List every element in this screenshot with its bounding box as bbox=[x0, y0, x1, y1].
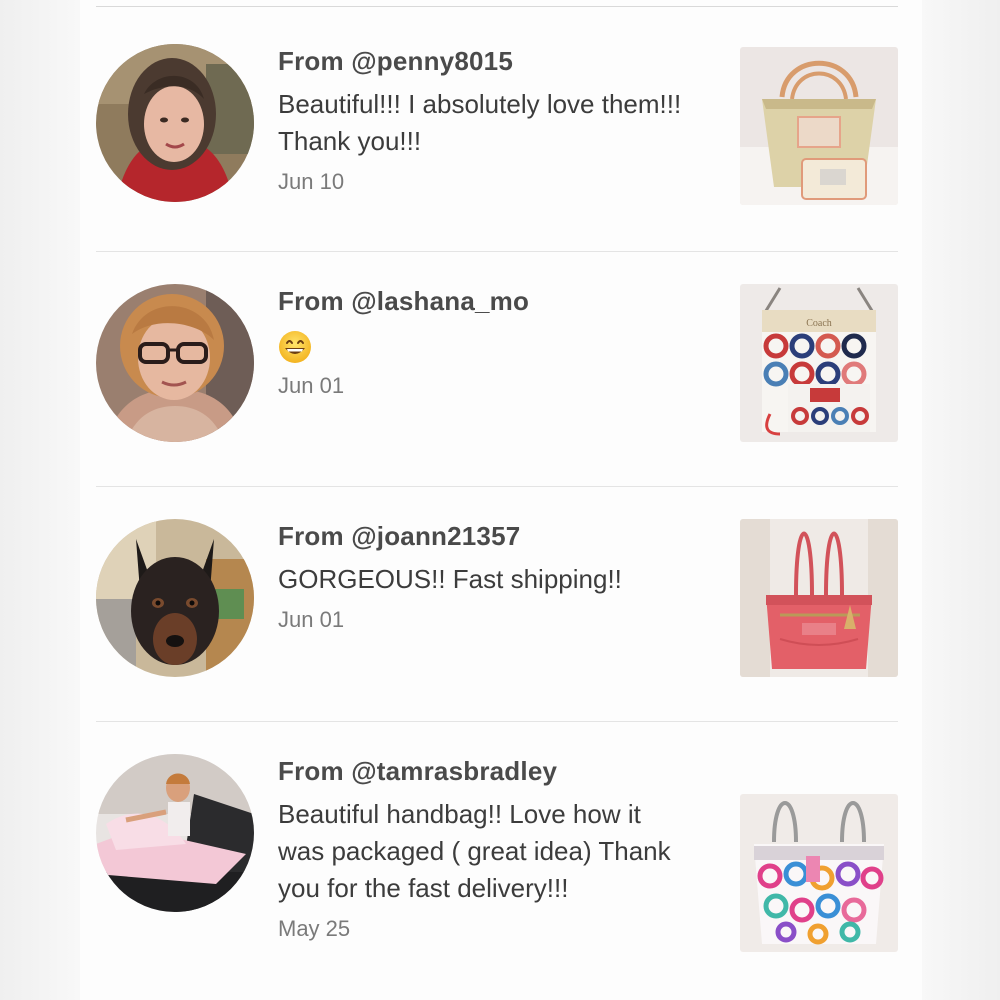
user-avatar[interactable] bbox=[96, 44, 254, 202]
user-photo-woman-icon bbox=[96, 44, 254, 202]
user-photo-dog-icon bbox=[96, 519, 254, 677]
review-text-block: From @lashana_mo Jun 01 bbox=[278, 284, 698, 400]
review-username[interactable]: From @tamrasbradley bbox=[278, 754, 698, 788]
review-username[interactable]: From @lashana_mo bbox=[278, 284, 698, 318]
colorful-op-art-crossbody-icon: Coach bbox=[740, 284, 898, 442]
grinning-face-emoji-icon bbox=[278, 324, 698, 363]
review-comment: Beautiful!!! I absolutely love them!!! T… bbox=[278, 89, 682, 156]
review-item[interactable]: From @lashana_mo Jun 01 Coach bbox=[96, 284, 898, 454]
review-date: Jun 01 bbox=[278, 373, 345, 398]
multicolor-signature-tote-icon bbox=[740, 794, 898, 952]
user-photo-woman-glasses-icon bbox=[96, 284, 254, 442]
user-avatar[interactable] bbox=[96, 519, 254, 677]
review-username[interactable]: From @penny8015 bbox=[278, 44, 698, 78]
coral-pink-tote-icon bbox=[740, 519, 898, 677]
review-date: Jun 10 bbox=[278, 169, 345, 194]
review-comment: Beautiful handbag!! Love how it was pack… bbox=[278, 799, 671, 903]
review-item[interactable]: From @penny8015 Beautiful!!! I absolutel… bbox=[96, 44, 898, 244]
top-divider bbox=[96, 6, 898, 7]
review-text-block: From @tamrasbradley Beautiful handbag!! … bbox=[278, 754, 698, 943]
review-date: Jun 01 bbox=[278, 607, 345, 632]
user-avatar[interactable] bbox=[96, 284, 254, 442]
product-thumbnail[interactable] bbox=[740, 47, 898, 205]
user-avatar[interactable] bbox=[96, 754, 254, 912]
product-thumbnail[interactable]: Coach bbox=[740, 284, 898, 442]
product-thumbnail[interactable] bbox=[740, 794, 898, 952]
reviews-page: From @penny8015 Beautiful!!! I absolutel… bbox=[0, 0, 1000, 1000]
product-thumbnail[interactable] bbox=[740, 519, 898, 677]
review-comment: GORGEOUS!! Fast shipping!! bbox=[278, 564, 622, 594]
review-divider bbox=[96, 721, 898, 722]
review-item[interactable]: From @joann21357 GORGEOUS!! Fast shippin… bbox=[96, 519, 898, 689]
review-text-block: From @penny8015 Beautiful!!! I absolutel… bbox=[278, 44, 698, 196]
review-date: May 25 bbox=[278, 916, 351, 941]
review-divider bbox=[96, 486, 898, 487]
review-item[interactable]: From @tamrasbradley Beautiful handbag!! … bbox=[96, 754, 898, 1000]
user-photo-woman-car-icon bbox=[96, 754, 254, 912]
review-divider bbox=[96, 251, 898, 252]
svg-text:Coach: Coach bbox=[806, 318, 832, 329]
gold-tote-with-wristlet-icon bbox=[740, 47, 898, 205]
review-username[interactable]: From @joann21357 bbox=[278, 519, 698, 553]
review-text-block: From @joann21357 GORGEOUS!! Fast shippin… bbox=[278, 519, 698, 634]
